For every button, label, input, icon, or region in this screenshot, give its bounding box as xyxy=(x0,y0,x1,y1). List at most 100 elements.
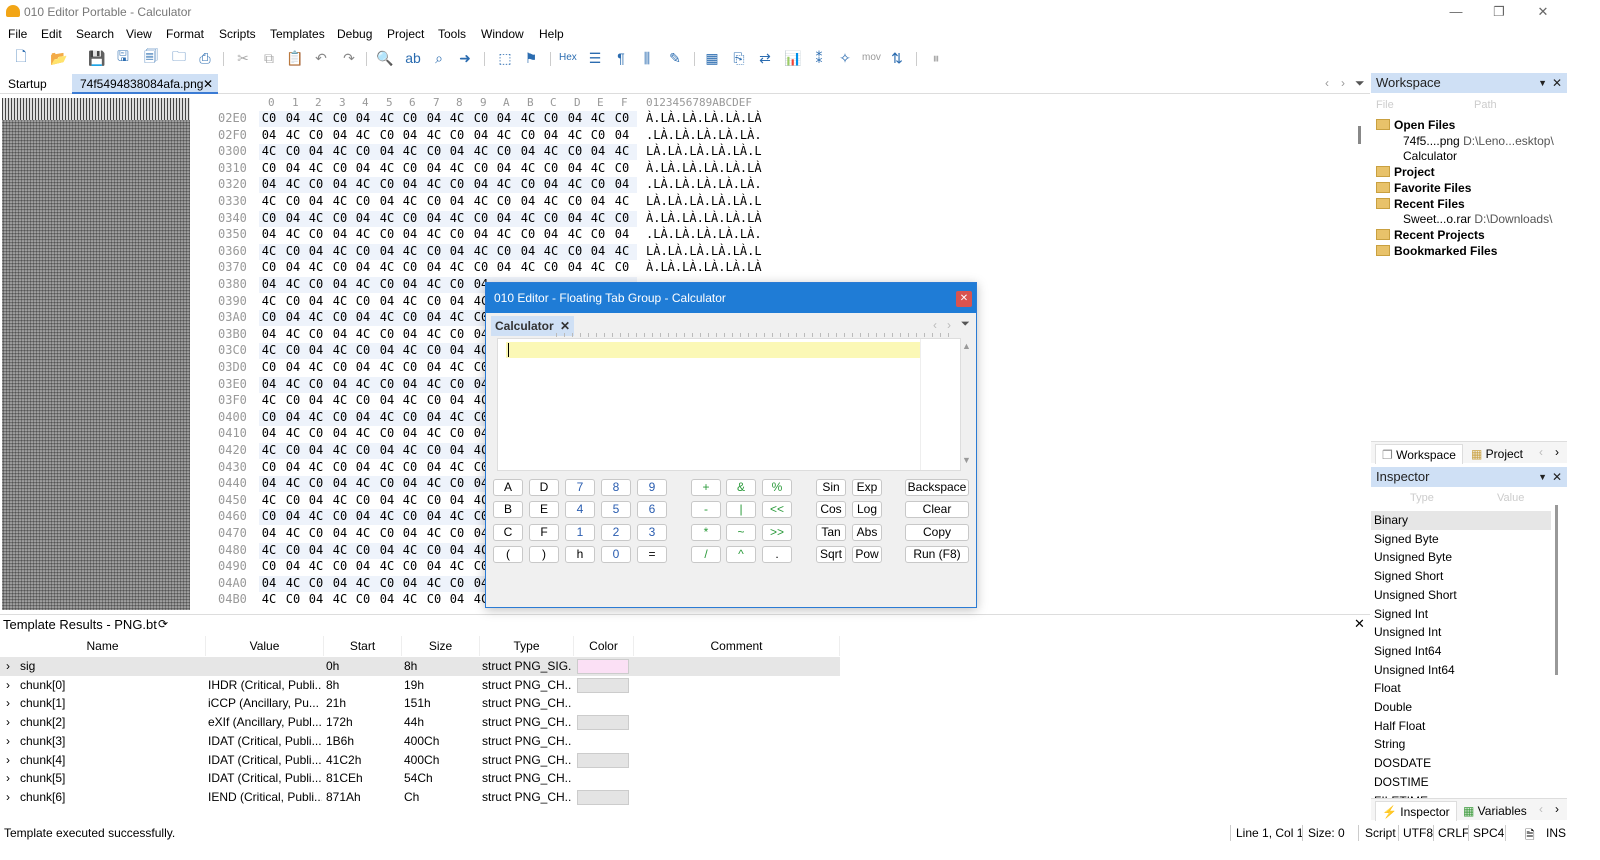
tab-startup[interactable]: Startup xyxy=(0,74,55,94)
hex-byte[interactable]: 4C xyxy=(376,111,398,125)
hex-byte[interactable]: 4C xyxy=(564,227,586,241)
calc-button-op[interactable]: & xyxy=(726,479,756,496)
hex-byte[interactable]: C0 xyxy=(611,211,633,225)
calc-button-cos[interactable]: Cos xyxy=(816,501,846,519)
hex-byte[interactable]: C0 xyxy=(517,227,539,241)
show-whitespace-icon[interactable]: ¶ xyxy=(612,49,630,67)
hex-byte[interactable]: 04 xyxy=(399,476,421,490)
hex-text[interactable]: .LÀ.LÀ.LÀ.LÀ.LÀ. xyxy=(646,227,762,241)
hex-byte[interactable]: C0 xyxy=(258,260,280,274)
hex-byte[interactable]: C0 xyxy=(540,260,562,274)
hex-byte[interactable]: 04 xyxy=(493,260,515,274)
hex-byte[interactable]: C0 xyxy=(329,211,351,225)
hex-byte[interactable]: C0 xyxy=(587,177,609,191)
hex-text[interactable]: LÀ.LÀ.LÀ.LÀ.LÀ.L xyxy=(646,194,762,208)
tab-scroll-right-icon[interactable]: › xyxy=(1341,76,1345,90)
menu-window[interactable]: Window xyxy=(481,27,524,41)
hex-byte[interactable]: 4C xyxy=(376,559,398,573)
hex-scrollbar[interactable] xyxy=(1352,98,1366,610)
hex-byte[interactable]: 04 xyxy=(352,559,374,573)
hex-byte[interactable]: 04 xyxy=(282,360,304,374)
col-comment[interactable]: Comment xyxy=(634,636,840,656)
hex-byte[interactable]: 4C xyxy=(305,360,327,374)
hex-byte[interactable]: C0 xyxy=(399,211,421,225)
workspace-item[interactable]: Open Files xyxy=(1376,117,1455,133)
hex-byte[interactable]: C0 xyxy=(399,559,421,573)
hex-byte[interactable]: 4C xyxy=(305,410,327,424)
checksum-icon[interactable]: ⁑ xyxy=(810,49,828,67)
hex-byte[interactable]: 04 xyxy=(352,410,374,424)
expand-icon[interactable]: › xyxy=(6,751,10,770)
hex-byte[interactable]: 04 xyxy=(258,426,280,440)
hex-byte[interactable]: 4C xyxy=(352,377,374,391)
hex-byte[interactable]: 04 xyxy=(282,211,304,225)
hex-byte[interactable]: C0 xyxy=(564,194,586,208)
menu-help[interactable]: Help xyxy=(539,27,564,41)
hex-byte[interactable]: 4C xyxy=(540,194,562,208)
hex-byte[interactable]: 4C xyxy=(493,128,515,142)
hex-byte[interactable]: C0 xyxy=(282,294,304,308)
hex-byte[interactable]: 4C xyxy=(258,244,280,258)
calc-button-op[interactable]: / xyxy=(691,545,721,563)
inspector-row[interactable]: Float xyxy=(1374,679,1552,698)
hex-byte[interactable]: C0 xyxy=(493,144,515,158)
hex-byte[interactable]: C0 xyxy=(493,244,515,258)
workspace-close-icon[interactable]: ✕ xyxy=(1552,73,1562,93)
status-encoding[interactable]: UTF8 xyxy=(1403,826,1433,840)
hex-byte[interactable]: 4C xyxy=(305,260,327,274)
hex-byte[interactable]: 04 xyxy=(376,493,398,507)
hex-byte[interactable]: 4C xyxy=(282,128,304,142)
hex-byte[interactable]: C0 xyxy=(493,194,515,208)
hex-byte[interactable]: C0 xyxy=(352,543,374,557)
hex-byte[interactable]: 04 xyxy=(399,277,421,291)
hex-byte[interactable]: C0 xyxy=(352,144,374,158)
hex-byte[interactable]: C0 xyxy=(376,277,398,291)
hex-byte[interactable]: 4C xyxy=(399,493,421,507)
hex-byte[interactable]: 4C xyxy=(423,277,445,291)
hex-byte[interactable]: C0 xyxy=(282,493,304,507)
hex-byte[interactable]: 4C xyxy=(282,227,304,241)
hex-byte[interactable]: 04 xyxy=(587,194,609,208)
calc-button-c[interactable]: C xyxy=(493,523,523,541)
hex-byte[interactable]: C0 xyxy=(305,327,327,341)
hex-byte[interactable]: 4C xyxy=(352,476,374,490)
status-ins[interactable]: INS xyxy=(1546,826,1566,840)
hex-byte[interactable]: C0 xyxy=(564,244,586,258)
hex-byte[interactable]: C0 xyxy=(446,377,468,391)
calc-tab-left-icon[interactable]: ‹ xyxy=(933,318,937,332)
hex-byte[interactable]: 04 xyxy=(470,128,492,142)
hex-byte[interactable]: 04 xyxy=(587,144,609,158)
hex-byte[interactable]: 04 xyxy=(423,460,445,474)
hex-byte[interactable]: 04 xyxy=(540,227,562,241)
hex-byte[interactable]: 4C xyxy=(282,576,304,590)
hex-byte[interactable]: C0 xyxy=(305,277,327,291)
hex-byte[interactable]: 04 xyxy=(399,128,421,142)
expand-icon[interactable]: › xyxy=(6,657,10,676)
inspector-row[interactable]: Signed Byte xyxy=(1374,530,1552,549)
hex-byte[interactable]: 4C xyxy=(329,343,351,357)
hex-byte[interactable]: C0 xyxy=(352,194,374,208)
tab-project[interactable]: ▦ Project xyxy=(1465,444,1529,464)
hex-byte[interactable]: 4C xyxy=(423,526,445,540)
hex-byte[interactable]: 04 xyxy=(376,543,398,557)
columns-icon[interactable]: ⫼ xyxy=(638,49,656,67)
menu-tools[interactable]: Tools xyxy=(438,27,466,41)
hex-byte[interactable]: C0 xyxy=(329,460,351,474)
calc-button-0[interactable]: 0 xyxy=(601,545,631,563)
calc-tab-list-icon[interactable]: ⏷ xyxy=(961,318,970,331)
hex-byte[interactable]: C0 xyxy=(352,393,374,407)
hex-byte[interactable]: 04 xyxy=(329,377,351,391)
hex-byte[interactable]: C0 xyxy=(446,128,468,142)
hex-byte[interactable]: 4C xyxy=(352,128,374,142)
hex-byte[interactable]: 04 xyxy=(423,559,445,573)
workspace-item[interactable]: Calculator xyxy=(1403,148,1457,164)
hex-byte[interactable]: 04 xyxy=(352,310,374,324)
workspace-menu-icon[interactable]: ▼ xyxy=(1538,73,1547,93)
hex-byte[interactable]: C0 xyxy=(446,277,468,291)
hex-byte[interactable]: 4C xyxy=(258,493,280,507)
calc-button-7[interactable]: 7 xyxy=(565,479,595,496)
hex-byte[interactable]: 4C xyxy=(282,277,304,291)
menu-view[interactable]: View xyxy=(126,27,152,41)
hex-text[interactable]: .LÀ.LÀ.LÀ.LÀ.LÀ. xyxy=(646,177,762,191)
calc-button-log[interactable]: Log xyxy=(852,501,882,519)
